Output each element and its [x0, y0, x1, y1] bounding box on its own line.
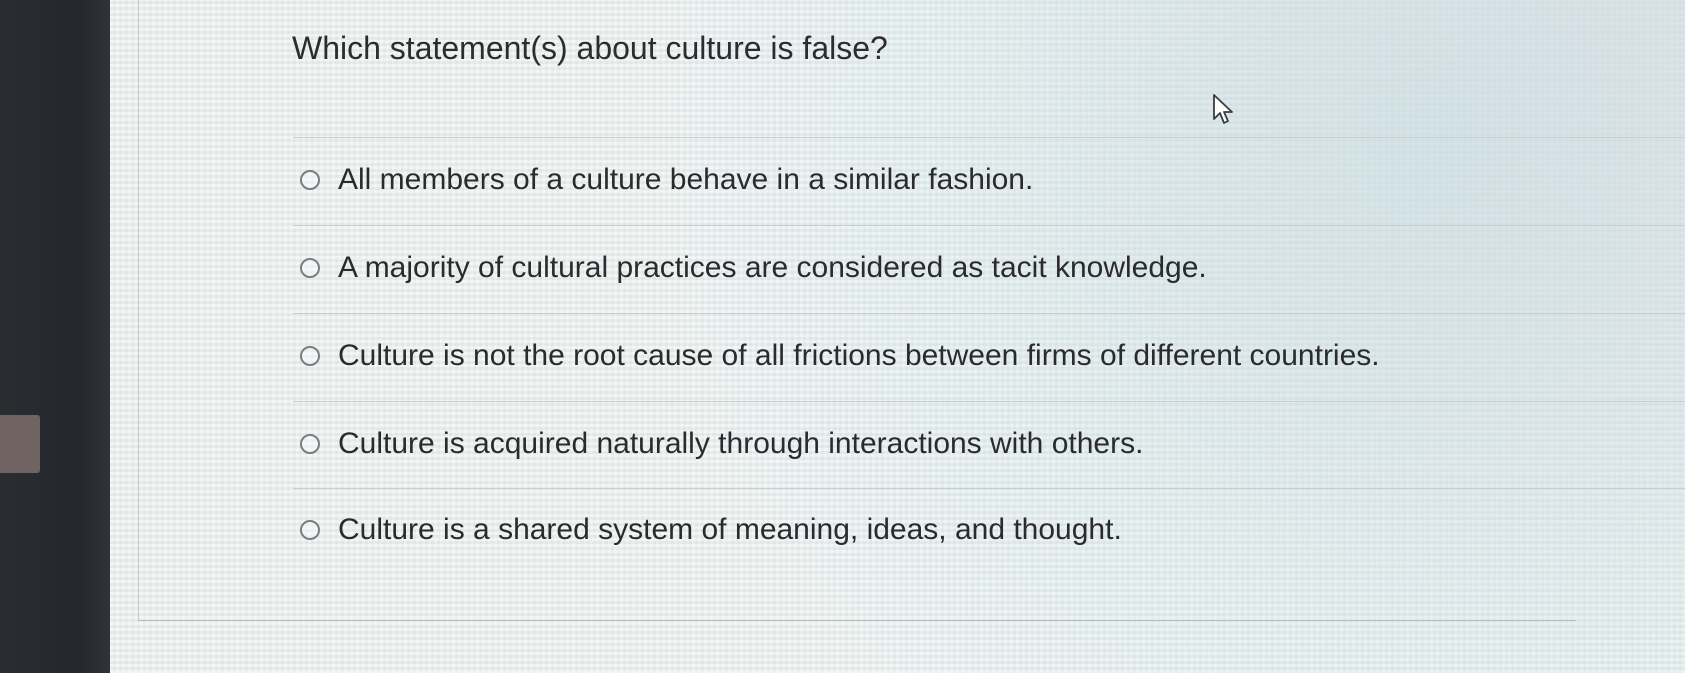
divider [293, 401, 1685, 402]
option-label: All members of a culture behave in a sim… [338, 163, 1034, 196]
question-text: Which statement(s) about culture is fals… [292, 30, 888, 66]
option-label: Culture is acquired naturally through in… [338, 427, 1144, 460]
option-1[interactable]: All members of a culture behave in a sim… [300, 157, 1033, 203]
radio-button[interactable] [300, 346, 320, 366]
option-2[interactable]: A majority of cultural practices are con… [300, 245, 1207, 291]
bezel-tab [0, 415, 40, 473]
mouse-pointer-icon [1213, 94, 1233, 124]
divider [293, 488, 1685, 489]
monitor-bezel [0, 0, 110, 673]
option-4[interactable]: Culture is acquired naturally through in… [300, 421, 1143, 467]
option-label: Culture is a shared system of meaning, i… [338, 513, 1122, 546]
option-label: Culture is not the root cause of all fri… [338, 339, 1380, 372]
radio-button[interactable] [300, 520, 320, 540]
option-label: A majority of cultural practices are con… [338, 251, 1207, 284]
divider [293, 313, 1685, 314]
option-5[interactable]: Culture is a shared system of meaning, i… [300, 507, 1122, 553]
radio-button[interactable] [300, 434, 320, 454]
divider [293, 137, 1685, 138]
divider [293, 225, 1685, 226]
radio-button[interactable] [300, 170, 320, 190]
radio-button[interactable] [300, 258, 320, 278]
option-3[interactable]: Culture is not the root cause of all fri… [300, 333, 1380, 379]
